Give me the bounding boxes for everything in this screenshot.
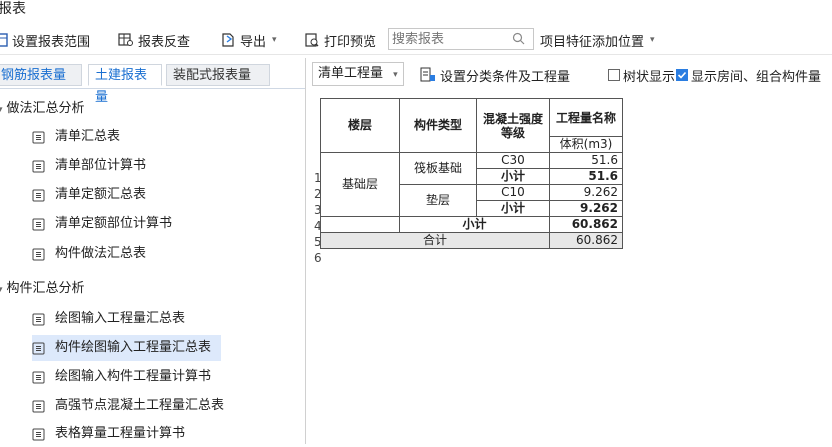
export-icon (222, 33, 234, 47)
tree-item-bill-summary[interactable]: 清单汇总表 (32, 124, 130, 150)
header-volume: 体积(m3) (549, 136, 623, 153)
document-icon (32, 313, 45, 325)
checkbox-checked[interactable] (676, 69, 688, 81)
cell-volume: 51.6 (549, 152, 623, 169)
cell-floor-subtotal-volume: 60.862 (549, 216, 623, 233)
tab-civil-report[interactable]: 土建报表量 (88, 64, 162, 105)
room-display-checkbox[interactable]: 显示房间、组合构件量 (676, 65, 821, 85)
report-tabs: 钢筋报表量 土建报表量 装配式报表量 (0, 62, 305, 105)
window-title: 报表 (0, 1, 26, 17)
cell-subtotal-volume: 51.6 (549, 168, 623, 185)
chevron-down-icon: ▾ (0, 285, 3, 295)
cell-component-type: 筏板基础 (399, 152, 477, 185)
cell-component-type: 垫层 (399, 184, 477, 217)
document-icon (32, 428, 45, 440)
check-icon (677, 71, 687, 79)
document-icon (32, 400, 45, 412)
document-icon (32, 371, 45, 383)
tree-item-bill-quota-summary[interactable]: 清单定额汇总表 (32, 182, 156, 208)
quantity-report-table: 楼层 构件类型 混凝土强度等级 工程量名称 体积(m3) 基础层 筏板基础 C3… (320, 98, 623, 249)
header-quantity-name: 工程量名称 (549, 98, 623, 137)
cell-subtotal-label: 小计 (476, 168, 550, 185)
chevron-down-icon: ▾ (393, 70, 398, 80)
main-toolbar: 设置报表范围 报表反查 导出 ▾ 打印预览 项目特征添加位置 ▾ (0, 24, 832, 55)
header-component-type: 构件类型 (399, 98, 477, 153)
cell-total-label: 合计 (320, 232, 550, 249)
document-icon (32, 131, 45, 143)
tree-item-component-drawing-summary[interactable]: 构件绘图输入工程量汇总表 (32, 335, 222, 361)
document-icon (32, 218, 45, 230)
header-concrete-grade: 混凝土强度等级 (476, 98, 550, 153)
tree-group-method-summary[interactable]: ▾ 做法汇总分析 (0, 97, 85, 116)
feature-position-dropdown[interactable]: 项目特征添加位置 ▾ (540, 30, 655, 50)
document-icon (32, 189, 45, 201)
tree-item-table-calc-book[interactable]: 表格算量工程量计算书 (32, 421, 195, 447)
cell-total-volume: 60.862 (549, 232, 623, 249)
export-button[interactable]: 导出 ▾ (220, 30, 277, 50)
cell-volume: 9.262 (549, 184, 623, 201)
tree-item-bill-quota-location[interactable]: 清单定额部位计算书 (32, 211, 182, 237)
tree-item-drawing-summary[interactable]: 绘图输入工程量汇总表 (32, 306, 195, 332)
document-icon (32, 248, 45, 260)
cell-subtotal-volume: 9.262 (549, 200, 623, 217)
cell-empty (320, 216, 400, 233)
chevron-down-icon: ▾ (272, 35, 277, 45)
tab-rebar-report[interactable]: 钢筋报表量 (0, 64, 82, 86)
tree-item-high-strength-node[interactable]: 高强节点混凝土工程量汇总表 (32, 393, 234, 419)
cell-floor-subtotal-label: 小计 (399, 216, 550, 233)
tree-item-bill-location[interactable]: 清单部位计算书 (32, 153, 156, 179)
tree-item-drawing-calc-book[interactable]: 绘图输入构件工程量计算书 (32, 364, 221, 390)
quantity-type-dropdown[interactable]: 清单工程量 ▾ (312, 62, 404, 86)
cell-subtotal-label: 小计 (476, 200, 550, 217)
row-number: 6 (314, 251, 322, 265)
tree-display-checkbox[interactable]: 树状显示 (608, 65, 675, 85)
tree-group-component-summary[interactable]: ▾ 构件汇总分析 (0, 277, 85, 296)
window-title-bar: 报表 (0, 0, 832, 22)
document-icon (32, 160, 45, 172)
print-preview-button[interactable]: 打印预览 (304, 30, 376, 50)
classify-settings-icon (420, 67, 435, 82)
tab-prefab-report[interactable]: 装配式报表量 (166, 64, 270, 86)
print-preview-icon (305, 33, 319, 47)
chevron-down-icon: ▾ (0, 105, 3, 115)
header-floor: 楼层 (320, 98, 400, 153)
search-icon[interactable] (512, 32, 525, 45)
report-view-panel: 清单工程量 ▾ 设置分类条件及工程量 树状显示 显示房间、组合构件量 1 2 3… (306, 58, 832, 444)
document-icon (32, 342, 45, 354)
classify-condition-button[interactable]: 设置分类条件及工程量 (420, 65, 570, 85)
report-check-button[interactable]: 报表反查 (118, 30, 190, 50)
report-view-toolbar: 清单工程量 ▾ 设置分类条件及工程量 树状显示 显示房间、组合构件量 (306, 58, 832, 88)
report-tree-panel: 钢筋报表量 土建报表量 装配式报表量 ▾ 做法汇总分析 清单汇总表 清单部位计算书… (0, 58, 306, 444)
checkbox-unchecked[interactable] (608, 69, 620, 81)
tree-item-component-method[interactable]: 构件做法汇总表 (32, 241, 156, 267)
cell-grade: C10 (476, 184, 550, 201)
set-range-button[interactable]: 设置报表范围 (0, 30, 90, 50)
cell-floor: 基础层 (320, 152, 400, 217)
cell-grade: C30 (476, 152, 550, 169)
chevron-down-icon: ▾ (650, 35, 655, 45)
report-range-icon (0, 33, 8, 47)
table-search-icon (118, 33, 133, 46)
